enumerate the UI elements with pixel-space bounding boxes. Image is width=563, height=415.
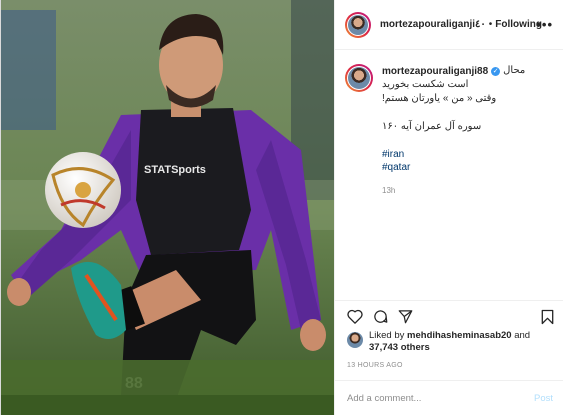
caption-line: است شکست بخورید — [382, 79, 469, 90]
hashtag-link[interactable]: #qatar — [382, 161, 555, 174]
heart-icon[interactable] — [347, 309, 363, 324]
likes-connector: and — [514, 330, 531, 341]
liker-avatar[interactable] — [347, 332, 363, 348]
share-icon[interactable] — [398, 309, 413, 324]
comment-icon[interactable] — [373, 309, 388, 324]
comment-input[interactable] — [347, 392, 534, 404]
caption-time[interactable]: 13h — [382, 186, 555, 195]
caption-username[interactable]: mortezapouraliganji88 — [382, 65, 488, 78]
hashtag-link[interactable]: #iran — [382, 148, 555, 161]
post-modal: STATSports 88 — [0, 0, 563, 415]
vest-print: STATSports — [144, 164, 206, 176]
caption-verse: سوره آل عمران آیه ۱۶۰ — [382, 121, 482, 132]
author-username[interactable]: mortezapouraliganji٤٠ — [380, 19, 486, 30]
comment-bar: Post — [335, 380, 563, 415]
post-side-panel: mortezapouraliganji٤٠ • Following ••• mo… — [334, 0, 563, 415]
caption-avatar[interactable] — [345, 64, 373, 92]
likes-prefix: Liked by — [369, 330, 405, 341]
player-photo-illustration: STATSports 88 — [1, 0, 334, 415]
action-bar — [335, 300, 563, 330]
verified-badge-icon: ✓ — [491, 66, 501, 76]
separator-dot: • — [488, 19, 493, 30]
caption-line: وقتی « من » یاورتان هستم! — [382, 93, 497, 104]
post-timestamp[interactable]: 13 HOURS AGO — [347, 362, 403, 369]
post-header: mortezapouraliganji٤٠ • Following ••• — [335, 0, 563, 50]
post-caption: mortezapouraliganji88 ✓ محال است شکست بخ… — [345, 64, 555, 195]
likes-summary: Liked by mehdihasheminasab20 and 37,743 … — [347, 330, 557, 354]
bookmark-icon[interactable] — [541, 309, 554, 325]
author-avatar[interactable] — [345, 11, 371, 38]
liker-username[interactable]: mehdihasheminasab20 — [407, 330, 512, 341]
more-dots-icon[interactable]: ••• — [536, 17, 553, 32]
caption-first-word: محال — [503, 65, 526, 76]
post-photo[interactable]: STATSports 88 — [1, 0, 334, 415]
likes-count[interactable]: 37,743 others — [369, 342, 430, 353]
post-comment-button[interactable]: Post — [534, 393, 553, 404]
following-button[interactable]: Following — [495, 19, 542, 30]
